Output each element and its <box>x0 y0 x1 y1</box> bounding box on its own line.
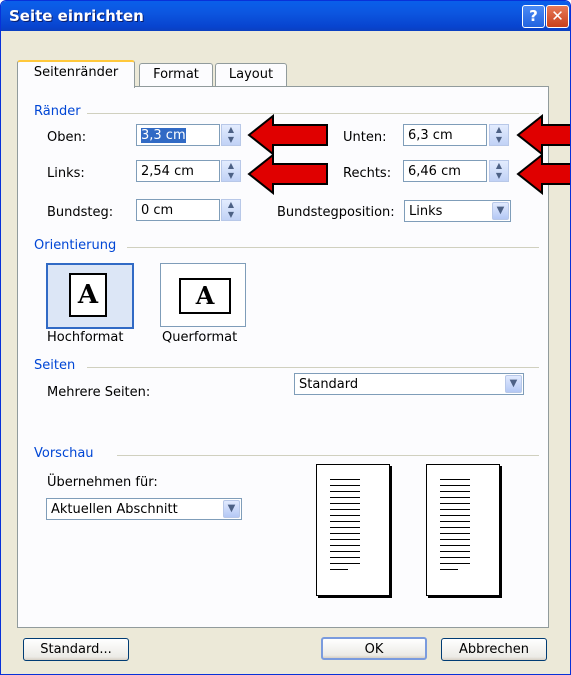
top-label: Oben: <box>47 130 87 145</box>
left-label: Links: <box>47 166 85 181</box>
divider <box>127 247 539 248</box>
right-margin-input[interactable]: 6,46 cm <box>403 160 487 182</box>
left-margin-input[interactable]: 2,54 cm <box>136 160 220 182</box>
gutter-position-label: Bundstegposition: <box>277 205 395 220</box>
red-arrow-icon <box>516 114 570 156</box>
apply-to-label: Übernehmen für: <box>47 475 158 490</box>
top-margin-input[interactable]: 3,3 cm <box>136 124 220 146</box>
red-arrow-icon <box>247 153 328 195</box>
red-arrow-icon <box>516 153 570 195</box>
ok-button-label: OK <box>364 642 384 657</box>
multiple-pages-label: Mehrere Seiten: <box>47 385 151 400</box>
help-icon[interactable]: ? <box>522 5 545 28</box>
right-margin-value: 6,46 cm <box>408 164 461 179</box>
right-label: Rechts: <box>343 166 392 181</box>
dropdown-arrow-icon[interactable]: ▼ <box>505 375 522 393</box>
title-bar[interactable]: Seite einrichten ? ✕ <box>1 1 570 31</box>
portrait-page-icon: A <box>69 273 107 317</box>
preview-group-label: Vorschau <box>34 446 94 461</box>
page-icon-letter: A <box>77 280 99 310</box>
gutter-value: 0 cm <box>141 203 174 218</box>
divider <box>117 455 539 456</box>
bottom-label: Unten: <box>343 130 387 145</box>
bottom-margin-spinner[interactable]: ▲ ▼ <box>489 124 509 146</box>
dropdown-arrow-icon[interactable]: ▼ <box>492 202 509 220</box>
spin-down-icon[interactable]: ▼ <box>490 171 508 181</box>
pages-group-label: Seiten <box>34 358 76 373</box>
multiple-pages-select[interactable]: Standard ▼ <box>294 373 524 395</box>
preview-page-left <box>316 464 390 596</box>
default-button[interactable]: Standard... <box>23 638 129 661</box>
portrait-label: Hochformat <box>47 330 124 345</box>
portrait-option[interactable]: A <box>46 263 134 329</box>
multiple-pages-value: Standard <box>299 377 359 392</box>
tab-label: Layout <box>228 67 274 82</box>
red-arrow-icon <box>247 114 328 156</box>
spin-up-icon[interactable]: ▲ <box>222 200 240 210</box>
cancel-button[interactable]: Abbrechen <box>441 638 547 661</box>
gutter-input[interactable]: 0 cm <box>136 199 220 221</box>
spin-down-icon[interactable]: ▼ <box>222 171 240 181</box>
spin-up-icon[interactable]: ▲ <box>222 161 240 171</box>
preview-page-right <box>426 464 500 596</box>
gutter-position-value: Links <box>409 204 443 219</box>
right-margin-spinner[interactable]: ▲ ▼ <box>489 160 509 182</box>
gutter-spinner[interactable]: ▲ ▼ <box>221 199 241 221</box>
window-title: Seite einrichten <box>9 7 144 25</box>
page-setup-dialog: Seite einrichten ? ✕ Seitenränder Format… <box>0 0 571 675</box>
tab-layout[interactable]: Layout <box>215 63 287 86</box>
spin-up-icon[interactable]: ▲ <box>222 125 240 135</box>
spin-up-icon[interactable]: ▲ <box>490 125 508 135</box>
tab-label: Format <box>153 67 199 82</box>
bottom-margin-input[interactable]: 6,3 cm <box>403 124 487 146</box>
close-icon[interactable]: ✕ <box>546 5 569 28</box>
spin-down-icon[interactable]: ▼ <box>490 135 508 145</box>
left-margin-value: 2,54 cm <box>141 164 194 179</box>
margins-group-label: Ränder <box>34 104 81 119</box>
left-margin-spinner[interactable]: ▲ ▼ <box>221 160 241 182</box>
top-margin-spinner[interactable]: ▲ ▼ <box>221 124 241 146</box>
bottom-margin-value: 6,3 cm <box>408 128 453 143</box>
apply-to-value: Aktuellen Abschnitt <box>51 502 178 517</box>
gutter-label: Bundsteg: <box>47 205 114 220</box>
spin-down-icon[interactable]: ▼ <box>222 210 240 220</box>
tab-format[interactable]: Format <box>139 63 213 86</box>
dropdown-arrow-icon[interactable]: ▼ <box>223 500 240 518</box>
gutter-position-select[interactable]: Links ▼ <box>404 200 511 222</box>
page-icon-letter: A <box>195 281 215 310</box>
divider <box>87 367 539 368</box>
cancel-button-label: Abbrechen <box>458 642 530 657</box>
apply-to-select[interactable]: Aktuellen Abschnitt ▼ <box>46 498 242 520</box>
orientation-group-label: Orientierung <box>34 238 117 253</box>
landscape-page-icon: A <box>179 278 231 314</box>
spin-down-icon[interactable]: ▼ <box>222 135 240 145</box>
landscape-label: Querformat <box>162 330 238 345</box>
tab-seitenraender[interactable]: Seitenränder <box>17 60 135 88</box>
ok-button[interactable]: OK <box>321 637 427 660</box>
default-button-label: Standard... <box>40 642 112 657</box>
spin-up-icon[interactable]: ▲ <box>490 161 508 171</box>
tab-label: Seitenränder <box>33 65 119 80</box>
top-margin-value: 3,3 cm <box>141 128 186 143</box>
landscape-option[interactable]: A <box>160 263 246 327</box>
